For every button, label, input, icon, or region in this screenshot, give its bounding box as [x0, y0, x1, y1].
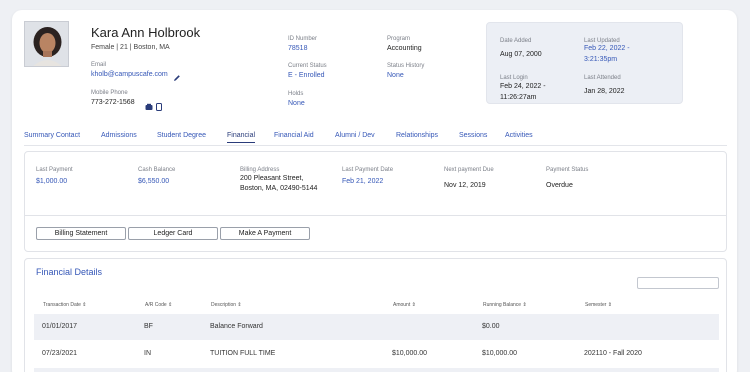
- sort-icon: ⇕: [411, 302, 416, 308]
- phone-icon[interactable]: [145, 98, 153, 116]
- email-link[interactable]: kholb@campuscafe.com: [91, 71, 168, 78]
- make-payment-button[interactable]: Make A Payment: [220, 227, 310, 240]
- date-added-label: Date Added: [500, 38, 532, 44]
- billing-statement-button[interactable]: Billing Statement: [36, 227, 126, 240]
- tab-alumni-dev[interactable]: Alumni / Dev: [335, 132, 375, 139]
- last-payment-date-label: Last Payment Date: [342, 167, 394, 173]
- billing-address-line1: 200 Pleasant Street,: [240, 175, 304, 182]
- cash-balance-label: Cash Balance: [138, 167, 176, 173]
- next-payment-label: Next payment Due: [444, 167, 494, 173]
- col-description-label: Description: [211, 302, 237, 308]
- col-transaction-date-label: Transaction Date: [43, 302, 81, 308]
- tab-relationships[interactable]: Relationships: [396, 132, 438, 139]
- tab-sessions[interactable]: Sessions: [459, 132, 487, 139]
- student-name: Kara Ann Holbrook: [91, 25, 201, 40]
- col-semester-label: Semester: [585, 302, 607, 308]
- tab-student-degree[interactable]: Student Degree: [157, 132, 206, 139]
- cell-balance: $0.00: [482, 323, 500, 330]
- cell-description: TUITION FULL TIME: [210, 350, 276, 357]
- student-demographics: Female | 21 | Boston, MA: [91, 44, 170, 51]
- col-ar-code-label: A/R Code: [145, 302, 167, 308]
- status-history-value[interactable]: None: [387, 72, 404, 79]
- col-ar-code[interactable]: A/R Code ⇕: [145, 302, 172, 308]
- program-label: Program: [387, 36, 411, 42]
- mobile-icon[interactable]: [156, 98, 162, 116]
- cell-date: 07/23/2021: [42, 350, 78, 357]
- sort-icon: ⇕: [522, 302, 527, 308]
- cell-description: Balance Forward: [210, 323, 263, 330]
- sort-icon: ⇕: [168, 302, 173, 308]
- status-history-label: Status History: [387, 63, 425, 69]
- col-semester[interactable]: Semester ⇕: [585, 302, 612, 308]
- next-payment-value: Nov 12, 2019: [444, 182, 486, 189]
- id-number[interactable]: 78518: [288, 45, 307, 52]
- date-added-value: Aug 07, 2000: [500, 51, 542, 58]
- last-login-line2: 11:26:27am: [500, 94, 537, 101]
- cell-code: IN: [144, 350, 151, 357]
- sort-icon: ⇕: [607, 302, 612, 308]
- email-label: Email: [91, 62, 107, 68]
- col-amount-label: Amount: [393, 302, 411, 308]
- last-payment-value[interactable]: $1,000.00: [36, 178, 67, 185]
- student-photo: [24, 21, 69, 67]
- billing-address-line2: Boston, MA, 02490-5144: [240, 185, 318, 192]
- phone-number: 773-272-1568: [91, 99, 135, 106]
- last-login-line1: Feb 24, 2022 -: [500, 83, 546, 90]
- sort-icon: ⇕: [237, 302, 242, 308]
- col-amount[interactable]: Amount ⇕: [393, 302, 416, 308]
- panel-divider: [24, 215, 727, 216]
- financial-details-title: Financial Details: [36, 267, 103, 277]
- cell-date: 01/01/2017: [42, 323, 78, 330]
- tab-financial-aid[interactable]: Financial Aid: [274, 132, 314, 139]
- col-transaction-date[interactable]: Transaction Date ⇕: [43, 302, 86, 308]
- cell-balance: $10,000.00: [482, 350, 518, 357]
- col-description[interactable]: Description ⇕: [211, 302, 242, 308]
- last-updated-line2: 3:21:35pm: [584, 56, 618, 63]
- table-row[interactable]: [34, 314, 719, 340]
- col-running-balance[interactable]: Running Balance ⇕: [483, 302, 527, 308]
- last-updated-label: Last Updated: [584, 38, 620, 44]
- holds-label: Holds: [288, 91, 304, 97]
- ledger-card-button[interactable]: Ledger Card: [128, 227, 218, 240]
- table-search-input[interactable]: [637, 277, 719, 289]
- last-updated-line1: Feb 22, 2022 -: [584, 45, 630, 52]
- last-payment-label: Last Payment: [36, 167, 73, 173]
- current-status-label: Current Status: [288, 63, 327, 69]
- tab-financial[interactable]: Financial: [227, 132, 256, 143]
- tab-activities[interactable]: Activities: [505, 132, 533, 139]
- cell-code: BF: [144, 323, 153, 330]
- program-value: Accounting: [387, 45, 422, 52]
- last-attended-value: Jan 28, 2022: [584, 88, 625, 95]
- edit-email-icon[interactable]: [173, 69, 181, 87]
- tabs-divider: [24, 145, 727, 146]
- last-attended-label: Last Attended: [584, 75, 621, 81]
- cell-amount: $10,000.00: [392, 350, 428, 357]
- table-row[interactable]: [34, 368, 719, 372]
- payment-status-value: Overdue: [546, 182, 573, 189]
- col-running-balance-label: Running Balance: [483, 302, 522, 308]
- cash-balance-value[interactable]: $6,550.00: [138, 178, 169, 185]
- sort-icon: ⇕: [82, 302, 87, 308]
- phone-label: Mobile Phone: [91, 90, 128, 96]
- last-login-label: Last Login: [500, 75, 528, 81]
- holds-value[interactable]: None: [288, 100, 305, 107]
- id-number-label: ID Number: [288, 36, 318, 42]
- billing-address-label: Billing Address: [240, 167, 280, 173]
- tab-summary-contact[interactable]: Summary Contact: [24, 132, 80, 139]
- cell-semester: 202110 - Fall 2020: [584, 350, 642, 357]
- tab-admissions[interactable]: Admissions: [101, 132, 137, 139]
- last-payment-date-value[interactable]: Feb 21, 2022: [342, 178, 383, 185]
- payment-status-label: Payment Status: [546, 167, 589, 173]
- current-status[interactable]: E - Enrolled: [288, 72, 325, 79]
